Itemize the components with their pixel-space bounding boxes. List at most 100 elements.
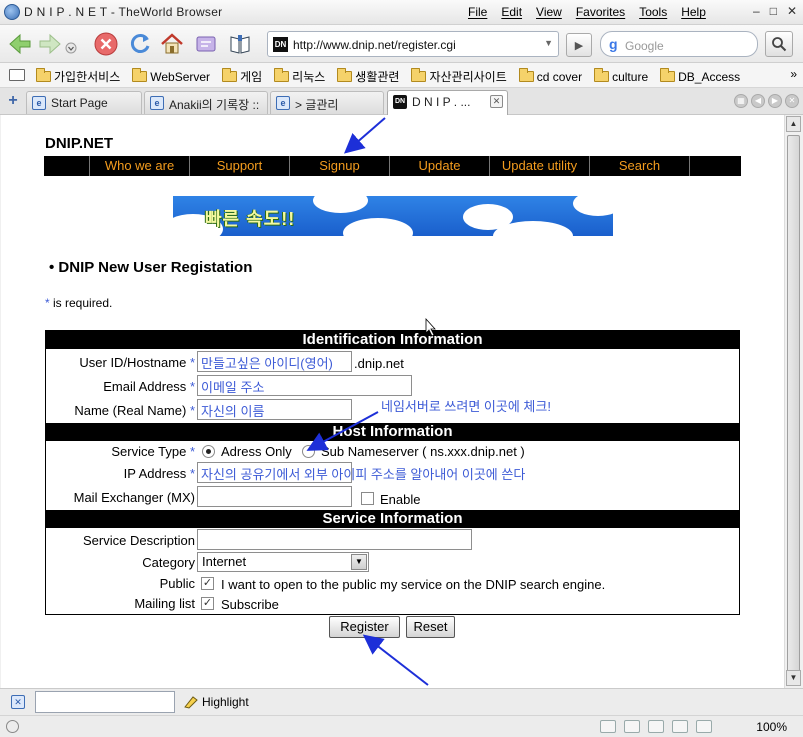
address-only-label: Adress Only [221,444,292,459]
favorites-book-icon[interactable] [9,69,25,81]
fav-folder-7[interactable]: cd cover [518,68,582,85]
go-button[interactable]: ▶ [566,33,592,57]
stop-button[interactable] [92,30,120,58]
fav-folder-4[interactable]: 리눅스 [274,68,325,85]
back-button[interactable] [6,30,34,58]
service-desc-input[interactable] [197,529,472,550]
tab-anakii[interactable]: e Anakii의 기록장 :: [144,91,268,114]
nav-search[interactable]: Search [590,156,690,176]
public-checkbox[interactable]: ✓ [201,577,214,590]
ip-input[interactable]: 자신의 공유기에서 외부 아이피 주소를 알아내어 이곳에 쓴다 [197,462,525,483]
find-input[interactable] [35,691,175,713]
tab-scroll-left-icon[interactable]: ◀ [751,94,765,108]
fav-label: 생활관련 [355,70,400,84]
fav-label: WebServer [150,69,211,84]
folder-icon [594,68,610,82]
fav-label: 자산관리사이트 [429,70,507,84]
search-button[interactable] [765,31,793,57]
tab-post-admin[interactable]: e > 글관리 [270,91,384,114]
menu-file[interactable]: File [468,5,487,19]
new-tab-button[interactable]: + [4,92,22,110]
search-placeholder: Google [625,39,664,53]
fav-folder-3[interactable]: 게임 [222,68,262,85]
scroll-down-icon[interactable]: ▼ [786,670,801,686]
menu-edit[interactable]: Edit [501,5,522,19]
arrow-to-register [362,634,429,686]
mailing-checkbox[interactable]: ✓ [201,597,214,610]
category-select[interactable]: Internet ▼ [197,552,369,572]
nav-update-utility[interactable]: Update utility [490,156,590,176]
status-download-icon[interactable] [648,720,664,733]
close-find-icon[interactable]: ✕ [11,695,25,709]
tab-start-page[interactable]: e Start Page [26,91,142,114]
nav-support[interactable]: Support [190,156,290,176]
address-bar[interactable]: DN http://www.dnip.net/register.cgi ▼ [267,31,559,57]
search-box[interactable]: g Google [600,31,758,57]
nav-signup[interactable]: Signup [290,156,390,176]
home-button[interactable] [158,30,186,58]
name-input[interactable]: 자신의 이름 [197,399,352,420]
folder-icon [660,68,676,82]
history-dropdown-button[interactable] [64,30,78,58]
status-ie-mode-icon[interactable] [624,720,640,733]
mailing-label: Mailing list [134,596,195,611]
menu-tools[interactable]: Tools [639,5,667,19]
nav-spacer [44,156,90,176]
nav-who-we-are[interactable]: Who we are [90,156,190,176]
public-label: Public [159,576,195,591]
favorites-bar: 가입한서비스 WebServer 게임 리눅스 생활관련 자산관리사이트 cd … [0,63,803,88]
close-all-tabs-icon[interactable]: ✕ [785,94,799,108]
zoom-level[interactable]: 100% [756,720,787,734]
email-input[interactable]: 이메일 주소 [197,375,412,396]
address-url[interactable]: http://www.dnip.net/register.cgi [293,38,456,52]
vertical-scrollbar[interactable]: ▲ ▼ [784,115,801,688]
fav-label: 리눅스 [292,70,326,84]
user-id-input[interactable]: 만들고싶은 아이디(영어) [197,351,352,372]
menu-help[interactable]: Help [681,5,706,19]
tab-scroll-right-icon[interactable]: ▶ [768,94,782,108]
minimize-button[interactable]: – [753,4,760,18]
stop-icon [94,32,118,56]
tab-navigation: ▦ ◀ ▶ ✕ [734,94,799,108]
close-tab-icon[interactable]: ✕ [490,95,503,108]
fav-folder-6[interactable]: 자산관리사이트 [411,68,507,85]
chevron-down-icon [65,42,77,54]
service-type-sub-nameserver-radio[interactable] [302,445,315,458]
register-button[interactable]: Register [329,616,400,638]
nav-update[interactable]: Update [390,156,490,176]
forward-button[interactable] [36,30,64,58]
tab-label: > 글관리 [295,98,339,112]
menu-view[interactable]: View [536,5,562,19]
close-window-button[interactable]: ✕ [787,4,797,18]
address-dropdown-icon[interactable]: ▼ [544,38,553,48]
scroll-thumb[interactable] [787,135,800,683]
tab-dnip-active[interactable]: DN D N I P . ... ✕ [387,90,508,115]
book-icon [230,35,250,54]
history-button[interactable] [192,30,220,58]
restore-button[interactable]: □ [770,4,777,18]
status-window-icon[interactable] [696,720,712,733]
favorites-more-chevron[interactable]: » [790,67,797,81]
menu-favorites[interactable]: Favorites [576,5,625,19]
mx-enable-checkbox[interactable] [361,492,374,505]
ie-page-icon: e [150,96,164,110]
tab-list-icon[interactable]: ▦ [734,94,748,108]
page-heading: • DNIP New User Registation [49,259,252,276]
favorites-button[interactable] [226,30,254,58]
fav-folder-1[interactable]: 가입한서비스 [36,68,120,85]
service-type-address-only-radio[interactable] [202,445,215,458]
user-id-label: User ID/Hostname * [79,355,195,370]
mx-input[interactable] [197,486,352,507]
status-panel-icon[interactable] [600,720,616,733]
category-value: Internet [202,554,247,569]
fav-folder-5[interactable]: 생활관련 [337,68,399,85]
folder-icon [222,68,238,82]
scroll-up-icon[interactable]: ▲ [786,116,801,132]
highlight-button[interactable]: Highlight [183,695,249,709]
fav-folder-2[interactable]: WebServer [132,68,210,85]
reset-button[interactable]: Reset [406,616,455,638]
status-sound-icon[interactable] [672,720,688,733]
fav-folder-8[interactable]: culture [594,68,648,85]
fav-folder-9[interactable]: DB_Access [660,68,740,85]
refresh-button[interactable] [126,30,154,58]
